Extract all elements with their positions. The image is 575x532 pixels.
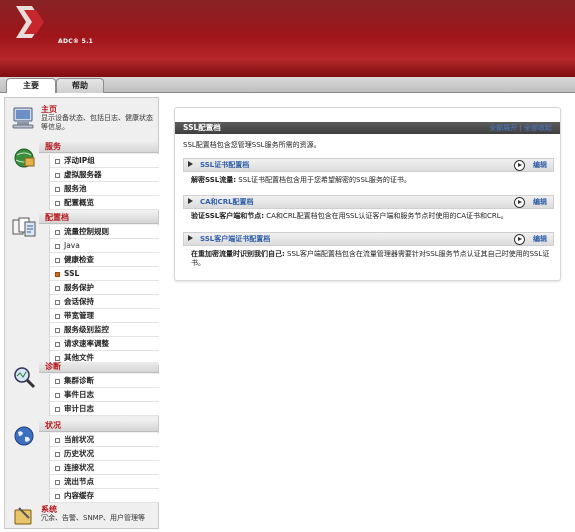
expand-collapse-links[interactable]: 全部展开 | 全部收起	[489, 122, 552, 134]
section-client-certs-label[interactable]: SSL客户端证书配置档	[200, 233, 270, 245]
sidebar-item-draining-nodes[interactable]: 流出节点	[50, 475, 159, 489]
status-list: 当前状况 历史状况 连接状况 流出节点 内容缓存	[49, 433, 159, 503]
panel-intro: SSL配置档包含您管理SSL服务所需的资源。	[183, 141, 321, 149]
sidebar-item-session-persistence[interactable]: 会话保持	[50, 295, 159, 309]
expand-arrow-icon[interactable]	[188, 235, 193, 241]
sidebar-item-cluster-diagnose[interactable]: 集群诊断	[50, 374, 159, 388]
sidebar-item-rate-shaping[interactable]: 请求速率调整	[50, 337, 159, 351]
edit-ca-crl-link[interactable]: 编辑	[533, 196, 547, 208]
header-band	[0, 58, 575, 77]
sidebar-item-connections[interactable]: 连接状况	[50, 461, 159, 475]
services-globe-icon	[14, 148, 35, 168]
ssl-catalog-panel: SSL配置档 全部展开 | 全部收起 SSL配置档包含您管理SSL服务所需的资源…	[174, 107, 561, 281]
sidebar-item-floating-ip[interactable]: 浮动IP组	[50, 154, 159, 168]
header-gloss	[0, 0, 575, 38]
sidebar-item-content-cache[interactable]: 内容缓存	[50, 489, 159, 503]
edit-play-icon[interactable]	[514, 160, 525, 171]
profiles-header[interactable]: 配置档	[39, 213, 158, 224]
section-ssl-certs-desc: 解密SSL流量: SSL证书配置档包含用于您希望解密的SSL服务的证书。	[191, 176, 411, 184]
sidebar-home-desc: 显示设备状态、包括日志、健康状态等信息。	[41, 114, 153, 131]
sidebar-section-profiles: 配置档 流量控制规则 Java 健康检查 SSL 服务保护 会话保持 带宽管理 …	[5, 212, 159, 365]
sidebar-item-history[interactable]: 历史状况	[50, 447, 159, 461]
services-header[interactable]: 服务	[39, 142, 158, 153]
brand-logo-icon	[16, 6, 44, 38]
section-client-certs-desc: 在重加密流量时识别我们自己: SSL客户端配置档包含在流量管理器需要针对SSL服…	[191, 250, 550, 267]
sidebar-item-ssl[interactable]: SSL	[50, 267, 159, 281]
tab-help[interactable]: 帮助	[56, 78, 104, 93]
sidebar-section-home[interactable]: 主页 显示设备状态、包括日志、健康状态等信息。	[5, 98, 158, 140]
edit-ssl-certs-link[interactable]: 编辑	[533, 159, 547, 171]
sidebar-section-system[interactable]: 系统 冗余、告警、SNMP、用户管理等	[5, 502, 158, 528]
sidebar-item-virtual-servers[interactable]: 虚拟服务器	[50, 168, 159, 182]
section-ca-crl[interactable]: CA和CRL配置档 编辑	[183, 195, 554, 209]
services-list: 浮动IP组 虚拟服务器 服务池 配置概览	[49, 154, 159, 210]
tab-main[interactable]: 主要	[6, 78, 56, 93]
section-client-certs[interactable]: SSL客户端证书配置档 编辑	[183, 232, 554, 246]
diagnostics-header[interactable]: 诊断	[39, 362, 158, 373]
sidebar-section-services: 服务 浮动IP组 虚拟服务器 服务池 配置概览	[5, 141, 159, 210]
panel-header: SSL配置档 全部展开 | 全部收起	[175, 122, 560, 134]
sidebar-item-traffic-rules[interactable]: 流量控制规则	[50, 225, 159, 239]
sidebar-item-java[interactable]: Java	[50, 239, 159, 253]
page-title: SSL配置档	[183, 123, 221, 132]
sidebar-item-service-protection[interactable]: 服务保护	[50, 281, 159, 295]
sidebar-item-audit-log[interactable]: 审计日志	[50, 402, 159, 416]
diagnostics-list: 集群诊断 事件日志 审计日志	[49, 374, 159, 416]
profiles-list: 流量控制规则 Java 健康检查 SSL 服务保护 会话保持 带宽管理 服务级别…	[49, 225, 159, 365]
section-ca-crl-desc: 验证SSL客户端和节点: CA和CRL配置档包含在用SSL认证客户端和服务节点时…	[191, 212, 508, 220]
sidebar-system-desc: 冗余、告警、SNMP、用户管理等	[41, 514, 145, 522]
edit-play-icon[interactable]	[514, 234, 525, 245]
profiles-catalog-icon	[12, 217, 36, 237]
status-header[interactable]: 状况	[39, 421, 158, 432]
sidebar-section-diagnostics: 诊断 集群诊断 事件日志 审计日志	[5, 361, 159, 417]
sidebar-item-slm[interactable]: 服务级别监控	[50, 323, 159, 337]
sidebar-item-config-summary[interactable]: 配置概览	[50, 196, 159, 210]
expand-arrow-icon[interactable]	[188, 161, 193, 167]
edit-client-certs-link[interactable]: 编辑	[533, 233, 547, 245]
edit-play-icon[interactable]	[514, 197, 525, 208]
sidebar-item-pools[interactable]: 服务池	[50, 182, 159, 196]
computer-icon	[12, 107, 34, 129]
product-name: ADC® 5.1	[58, 38, 94, 45]
sidebar-item-event-log[interactable]: 事件日志	[50, 388, 159, 402]
tab-bar: 主要 帮助	[0, 77, 575, 93]
sidebar: 主页 显示设备状态、包括日志、健康状态等信息。 服务 浮动IP组 虚拟服务器 服…	[4, 97, 159, 529]
section-ca-crl-label[interactable]: CA和CRL配置档	[200, 196, 254, 208]
sidebar-section-status: 状况 当前状况 历史状况 连接状况 流出节点 内容缓存	[5, 420, 159, 504]
system-tools-icon	[14, 507, 32, 525]
diagnostics-magnifier-icon	[14, 367, 36, 389]
sidebar-item-bandwidth[interactable]: 带宽管理	[50, 309, 159, 323]
section-ssl-certs[interactable]: SSL证书配置档 编辑	[183, 158, 554, 172]
section-ssl-certs-label[interactable]: SSL证书配置档	[200, 159, 249, 171]
sidebar-item-current-status[interactable]: 当前状况	[50, 433, 159, 447]
expand-arrow-icon[interactable]	[188, 198, 193, 204]
status-globe-icon	[14, 426, 34, 446]
sidebar-item-health-check[interactable]: 健康检查	[50, 253, 159, 267]
app-header: ADC® 5.1	[0, 0, 575, 77]
